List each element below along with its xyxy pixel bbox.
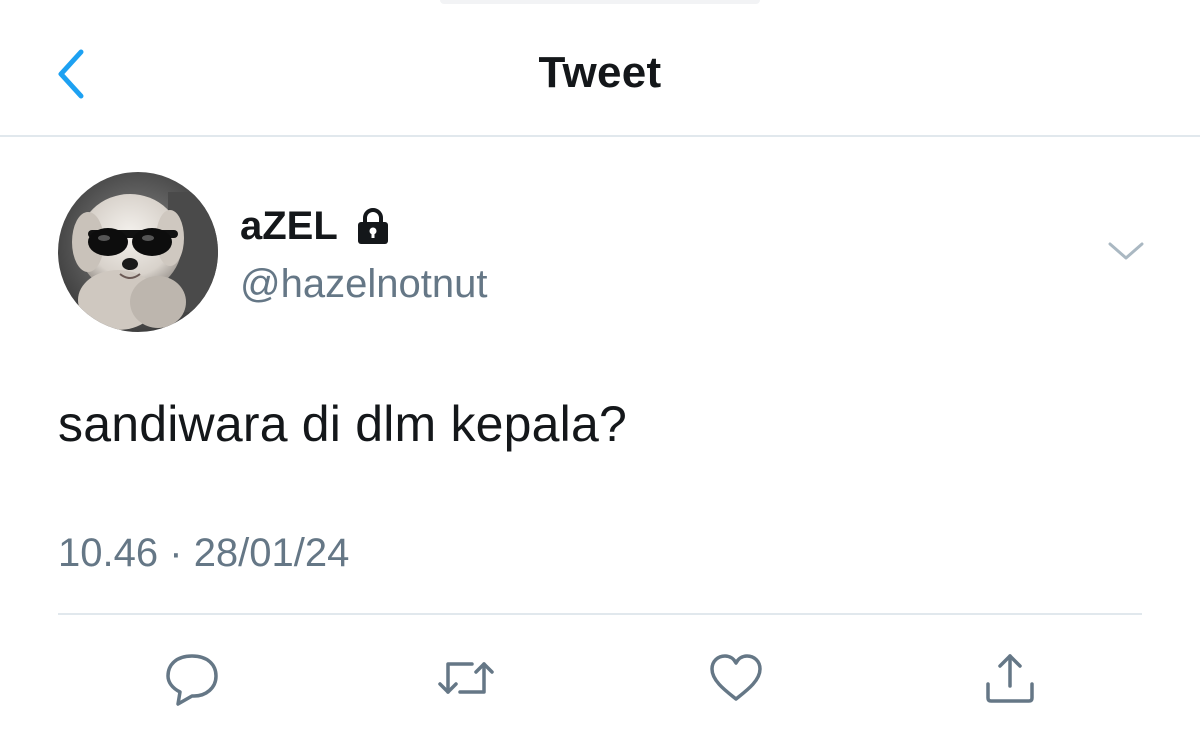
tweet-date: 28/01/24 (193, 531, 350, 575)
like-button[interactable] (704, 648, 768, 708)
navigation-header: Tweet (0, 0, 1200, 137)
retweet-icon (438, 662, 494, 694)
author-name-row[interactable]: aZEL (240, 200, 398, 252)
avatar[interactable] (58, 172, 218, 332)
display-name: aZEL (240, 204, 338, 248)
reply-button[interactable] (160, 648, 224, 708)
tweet-time: 10.46 (58, 531, 159, 575)
user-handle[interactable]: @hazelnotnut (240, 258, 487, 310)
tweet-timestamp: 10.46 · 28/01/24 (58, 527, 349, 579)
avatar-dog-image (58, 172, 218, 332)
reply-icon (166, 654, 218, 706)
like-icon (710, 654, 762, 701)
tweet-detail-screen: Tweet aZEL @hazelnotnut sandiwara di dlm… (0, 0, 1200, 738)
page-title: Tweet (538, 48, 662, 97)
tweet-options-button[interactable] (1102, 232, 1150, 272)
share-icon (986, 654, 1034, 703)
actions-divider (58, 613, 1142, 615)
tweet-text: sandiwara di dlm kepala? (58, 396, 628, 452)
share-button[interactable] (978, 648, 1042, 708)
lock-icon (352, 203, 398, 249)
timestamp-separator: · (169, 531, 183, 575)
retweet-button[interactable] (434, 648, 498, 708)
chevron-down-icon (1108, 242, 1144, 260)
